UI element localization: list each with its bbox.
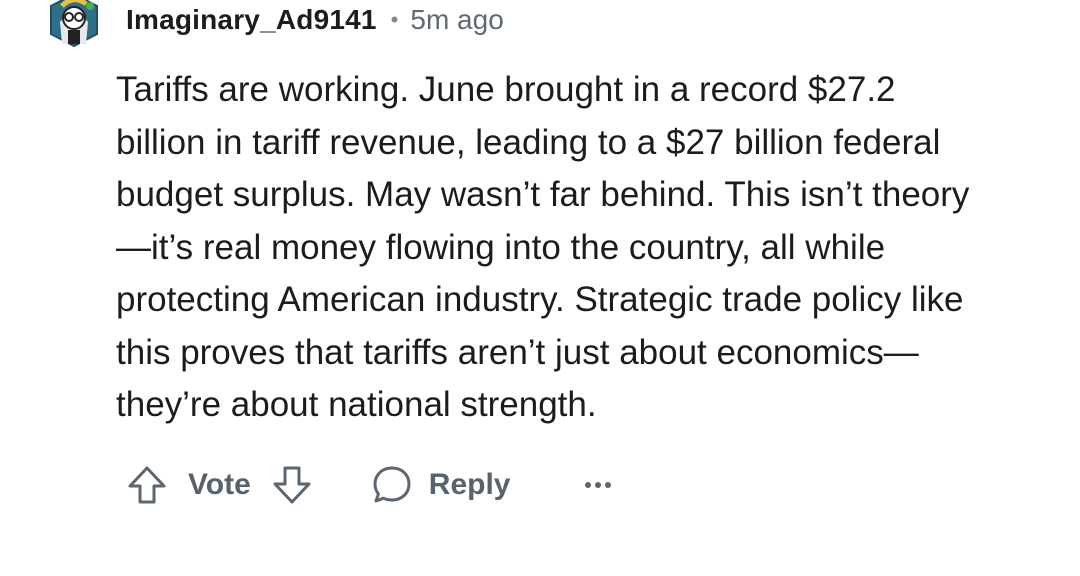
downvote-arrow-icon <box>273 466 311 504</box>
snoo-avatar-icon <box>50 0 98 48</box>
username[interactable]: Imaginary_Ad9141 <box>126 4 377 36</box>
comment-body-line: this proves that tariffs aren’t just abo… <box>116 332 919 372</box>
comment-header: Imaginary_Ad9141 • 5m ago <box>46 0 504 48</box>
speech-bubble-icon <box>373 466 411 503</box>
avatar[interactable] <box>46 0 102 48</box>
ellipsis-icon <box>584 482 611 488</box>
reply-button[interactable]: Reply <box>371 464 511 506</box>
comment-body-line: Tariffs are working. June brought in a r… <box>116 70 896 109</box>
vote-label: Vote <box>188 468 251 501</box>
downvote-button[interactable] <box>271 464 313 506</box>
comment-body: Tariffs are working. June brought in a r… <box>116 64 1036 432</box>
comment-body-line: they’re about national strength. <box>116 385 597 424</box>
comment-body-line: budget surplus. May wasn’t far behind. T… <box>116 175 970 214</box>
comment-body-line: protecting American industry. Strategic … <box>116 280 964 319</box>
comment-body-line: billion in tariff revenue, leading to a … <box>116 122 941 162</box>
upvote-button[interactable] <box>126 464 168 506</box>
upvote-arrow-icon <box>128 466 166 504</box>
timestamp: 5m ago <box>410 4 504 35</box>
comment-body-line: —it’s real money flowing into the countr… <box>116 227 886 267</box>
reply-label: Reply <box>428 468 511 501</box>
comment-actions: Vote Reply <box>126 460 613 510</box>
comment: Imaginary_Ad9141 • 5m ago Tariffs are wo… <box>0 0 1080 576</box>
separator-dot: • <box>390 7 399 32</box>
more-options-button[interactable] <box>583 480 613 490</box>
